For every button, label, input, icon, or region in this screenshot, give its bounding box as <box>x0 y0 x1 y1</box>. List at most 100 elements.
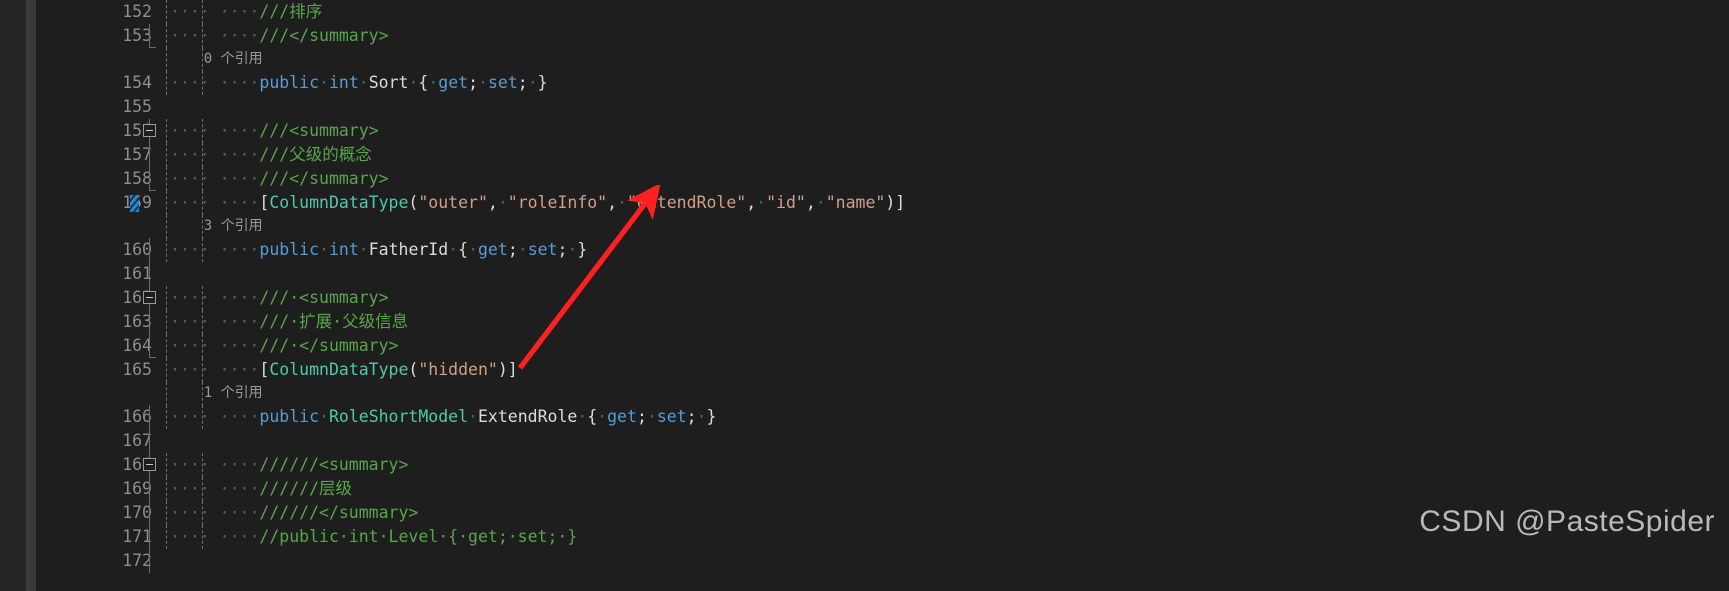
indent-guide <box>166 24 167 48</box>
code-line-row[interactable]: 158 ···· ····///</summary> <box>0 167 1729 191</box>
code-line-row[interactable]: 164 ···· ····///·</summary> <box>0 334 1729 358</box>
token-kw: int <box>328 240 359 259</box>
token-kw: get <box>478 240 508 259</box>
code-line-row[interactable]: 161 <box>0 262 1729 286</box>
token-cmt: //////</summary> <box>259 503 419 522</box>
fold-guide-line <box>149 310 150 334</box>
fold-guide-line <box>149 167 156 191</box>
line-number: 168 <box>122 455 152 474</box>
whitespace-dots: ···· ···· <box>170 169 260 188</box>
reference-count-label[interactable]: 0 个引用 <box>170 51 263 67</box>
indent-guide <box>166 405 167 429</box>
indent-guide <box>166 71 167 95</box>
change-marker <box>130 195 139 212</box>
codelens-row[interactable]: 1 个引用 <box>0 382 1729 406</box>
code-line-row[interactable]: 163 ···· ····///·扩展·父级信息 <box>0 310 1729 334</box>
fold-guide-line <box>149 501 150 525</box>
token-kw: set <box>656 407 687 426</box>
token-ws: · <box>517 240 528 259</box>
indent-guide <box>166 238 167 262</box>
token-pun: } <box>706 407 717 426</box>
code-text: ···· ····//////</summary> <box>170 501 418 525</box>
token-kw: public <box>259 407 320 426</box>
fold-collapse-icon[interactable] <box>143 291 156 304</box>
token-pun: ; <box>686 407 697 426</box>
token-ws: · <box>577 407 588 426</box>
token-ws: · <box>358 240 369 259</box>
code-text: ···· ····///<summary> <box>170 119 379 143</box>
code-text: ···· ····public·int·FatherId·{·get;·set;… <box>170 238 587 262</box>
token-ws: · <box>696 407 707 426</box>
indent-guide <box>166 286 167 310</box>
whitespace-dots: ···· ···· <box>170 360 260 379</box>
reference-count-label[interactable]: 1 个引用 <box>170 385 263 401</box>
fold-collapse-icon[interactable] <box>143 124 156 137</box>
code-line-row[interactable]: 160 ···· ····public·int·FatherId·{·get;·s… <box>0 238 1729 262</box>
line-number: 158 <box>122 169 152 188</box>
code-line-row[interactable]: 168 ···· ····//////<summary> <box>0 453 1729 477</box>
token-kw: set <box>487 73 518 92</box>
token-ws: · <box>497 193 508 212</box>
code-line-row[interactable]: 154 ···· ····public·int·Sort·{·get;·set;·… <box>0 71 1729 95</box>
code-line-row[interactable]: 166 ···· ····public·RoleShortModel·Extend… <box>0 405 1729 429</box>
token-cmt: ///·</summary> <box>259 336 399 355</box>
token-ws: · <box>319 240 329 259</box>
code-lines: 152 ···· ····///排序 153 ···· ····///</summar… <box>0 0 1729 573</box>
csdn-watermark: CSDN @PasteSpider <box>1419 505 1715 538</box>
code-text: ···· ····//////层级 <box>170 477 352 501</box>
code-text: ···· ····//////<summary> <box>170 453 408 477</box>
token-ws: · <box>527 73 538 92</box>
reference-count-label[interactable]: 3 个引用 <box>170 218 263 234</box>
line-number: 157 <box>122 145 152 164</box>
code-text: ···· ····///·扩展·父级信息 <box>170 310 408 334</box>
fold-guide-line <box>149 429 150 453</box>
token-id: FatherId <box>368 240 449 259</box>
line-number: 169 <box>122 479 152 498</box>
indent-guide <box>166 501 167 525</box>
token-typ: RoleShortModel <box>328 407 469 426</box>
code-line-row[interactable]: 169 ···· ····//////层级 <box>0 477 1729 501</box>
code-line-row[interactable]: 153 ···· ····///</summary> <box>0 24 1729 48</box>
whitespace-dots: ···· ···· <box>170 240 260 259</box>
fold-guide-line <box>149 549 150 573</box>
codelens-row[interactable]: 3 个引用 <box>0 215 1729 239</box>
token-str: "name" <box>825 193 886 212</box>
code-line-row[interactable]: 157 ···· ····///父级的概念 <box>0 143 1729 167</box>
code-line-row[interactable]: 165 ···· ····[ColumnDataType("hidden")] <box>0 358 1729 382</box>
codelens-row[interactable]: 0 个引用 <box>0 48 1729 72</box>
line-number: 162 <box>122 288 152 307</box>
token-pun: ; <box>636 407 647 426</box>
token-pun: } <box>537 73 548 92</box>
code-text: ···· ····///父级的概念 <box>170 143 372 167</box>
token-pun: , <box>805 193 816 212</box>
code-line-row[interactable]: 152 ···· ····///排序 <box>0 0 1729 24</box>
code-line-row[interactable]: 155 <box>0 95 1729 119</box>
token-pun: { <box>458 240 469 259</box>
token-ws: · <box>408 73 419 92</box>
code-line-row[interactable]: 156 ···· ····///<summary> <box>0 119 1729 143</box>
codelens-text[interactable]: 0 个引用 <box>170 48 263 71</box>
token-pun: { <box>418 73 429 92</box>
fold-collapse-icon[interactable] <box>143 458 156 471</box>
indent-guide <box>166 334 167 358</box>
codelens-text[interactable]: 1 个引用 <box>170 382 263 405</box>
token-cmt: ///父级的概念 <box>259 145 372 164</box>
code-text: ···· ····[ColumnDataType("hidden")] <box>170 358 518 382</box>
code-line-row[interactable]: 167 <box>0 429 1729 453</box>
indent-guide <box>166 191 167 215</box>
codelens-text[interactable]: 3 个引用 <box>170 215 263 238</box>
code-line-row[interactable]: 162 ···· ····///·<summary> <box>0 286 1729 310</box>
token-pun: )] <box>885 193 906 212</box>
whitespace-dots: ···· ···· <box>170 121 260 140</box>
code-line-row[interactable]: 172 <box>0 549 1729 573</box>
token-ws: · <box>478 73 488 92</box>
token-ws: · <box>646 407 657 426</box>
token-cmt: ///</summary> <box>259 26 389 45</box>
token-str: "roleInfo" <box>507 193 608 212</box>
line-number: 153 <box>122 26 152 45</box>
token-pun: ; <box>517 73 528 92</box>
code-text: ···· ····///</summary> <box>170 24 389 48</box>
line-number: 161 <box>122 264 152 283</box>
code-line-row[interactable]: 159···· ····[ColumnDataType("outer",·"ro… <box>0 191 1729 215</box>
token-pun: , <box>607 193 618 212</box>
